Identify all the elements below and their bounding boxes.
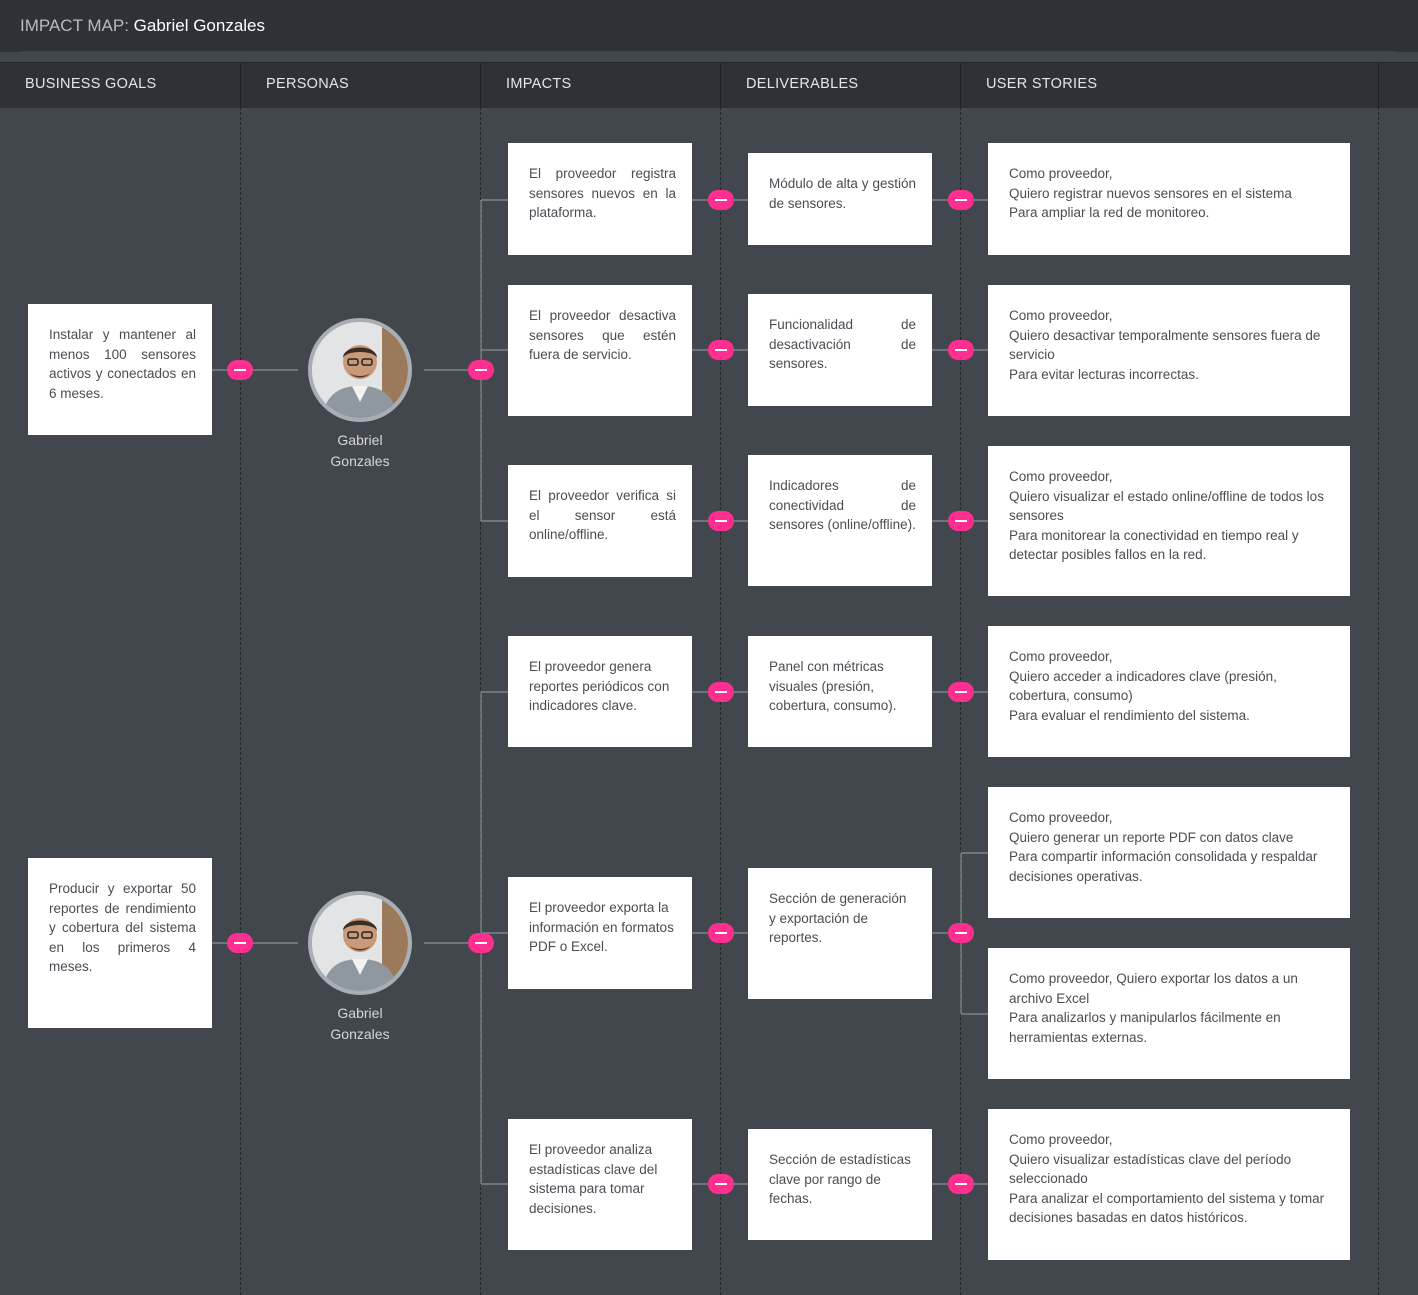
impact-text: El proveedor genera reportes periódicos … [529, 659, 670, 713]
user-story-card[interactable]: Como proveedor, Quiero desactivar tempor… [988, 285, 1350, 416]
user-story-text: Como proveedor, Quiero generar un report… [1009, 810, 1318, 884]
deliverable-card[interactable]: Sección de generación y exportación de r… [748, 868, 932, 999]
collapse-toggle-icon[interactable] [708, 190, 734, 210]
collapse-toggle-icon[interactable] [468, 360, 494, 380]
deliverable-card[interactable]: Panel con métricas visuales (presión, co… [748, 636, 932, 747]
user-story-card[interactable]: Como proveedor, Quiero visualizar estadí… [988, 1109, 1350, 1260]
deliverable-card[interactable]: Sección de estadísticas clave por rango … [748, 1129, 932, 1240]
user-story-card[interactable]: Como proveedor, Quiero acceder a indicad… [988, 626, 1350, 757]
collapse-toggle-icon[interactable] [948, 511, 974, 531]
impact-text: El proveedor exporta la información en f… [529, 900, 674, 954]
user-story-text: Como proveedor, Quiero visualizar estadí… [1009, 1132, 1325, 1225]
user-story-text: Como proveedor, Quiero exportar los dato… [1009, 971, 1298, 1045]
user-story-card[interactable]: Como proveedor, Quiero registrar nuevos … [988, 143, 1350, 255]
impact-text: El proveedor desactiva sensores que esté… [529, 308, 676, 362]
collapse-toggle-icon[interactable] [948, 682, 974, 702]
persona-avatar[interactable] [308, 891, 412, 995]
impact-text: El proveedor registra sensores nuevos en… [529, 166, 676, 220]
collapse-toggle-icon[interactable] [948, 190, 974, 210]
deliverable-text: Funcionalidad de desactivación de sensor… [769, 317, 916, 371]
user-story-text: Como proveedor, Quiero registrar nuevos … [1009, 166, 1292, 220]
collapse-toggle-icon[interactable] [708, 340, 734, 360]
goal-card[interactable]: Producir y exportar 50 reportes de rendi… [28, 858, 212, 1028]
persona-name: Gabriel Gonzales [300, 1003, 420, 1045]
impact-card[interactable]: El proveedor registra sensores nuevos en… [508, 143, 692, 255]
goal-text: Producir y exportar 50 reportes de rendi… [49, 881, 196, 974]
deliverable-text: Indicadores de conectividad de sensores … [769, 478, 916, 532]
persona-name-line1: Gabriel [337, 1005, 383, 1021]
collapse-toggle-icon[interactable] [708, 1174, 734, 1194]
impact-text: El proveedor verifica si el sensor está … [529, 488, 676, 542]
collapse-toggle-icon[interactable] [708, 682, 734, 702]
collapse-toggle-icon[interactable] [708, 923, 734, 943]
deliverable-card[interactable]: Módulo de alta y gestión de sensores. [748, 153, 932, 245]
deliverable-card[interactable]: Funcionalidad de desactivación de sensor… [748, 294, 932, 406]
impact-text: El proveedor analiza estadísticas clave … [529, 1142, 658, 1216]
collapse-toggle-icon[interactable] [227, 360, 253, 380]
deliverable-text: Módulo de alta y gestión de sensores. [769, 176, 916, 211]
person-icon [312, 322, 408, 418]
persona-name-line1: Gabriel [337, 432, 383, 448]
collapse-toggle-icon[interactable] [948, 923, 974, 943]
deliverable-card[interactable]: Indicadores de conectividad de sensores … [748, 455, 932, 586]
persona-name: Gabriel Gonzales [300, 430, 420, 472]
goal-text: Instalar y mantener al menos 100 sensore… [49, 327, 196, 401]
goal-card[interactable]: Instalar y mantener al menos 100 sensore… [28, 304, 212, 435]
impact-card[interactable]: El proveedor genera reportes periódicos … [508, 636, 692, 747]
impact-card[interactable]: El proveedor exporta la información en f… [508, 877, 692, 989]
persona-name-line2: Gonzales [330, 1026, 390, 1042]
impact-card[interactable]: El proveedor verifica si el sensor está … [508, 465, 692, 577]
person-icon [312, 895, 408, 991]
deliverable-text: Sección de generación y exportación de r… [769, 891, 907, 945]
collapse-toggle-icon[interactable] [227, 933, 253, 953]
user-story-text: Como proveedor, Quiero desactivar tempor… [1009, 308, 1321, 382]
impact-card[interactable]: El proveedor analiza estadísticas clave … [508, 1119, 692, 1250]
user-story-card[interactable]: Como proveedor, Quiero generar un report… [988, 787, 1350, 918]
deliverable-text: Panel con métricas visuales (presión, co… [769, 659, 897, 713]
user-story-text: Como proveedor, Quiero acceder a indicad… [1009, 649, 1277, 723]
persona-avatar[interactable] [308, 318, 412, 422]
collapse-toggle-icon[interactable] [948, 1174, 974, 1194]
user-story-card[interactable]: Como proveedor, Quiero visualizar el est… [988, 446, 1350, 596]
impact-card[interactable]: El proveedor desactiva sensores que esté… [508, 285, 692, 416]
collapse-toggle-icon[interactable] [468, 933, 494, 953]
collapse-toggle-icon[interactable] [948, 340, 974, 360]
user-story-card[interactable]: Como proveedor, Quiero exportar los dato… [988, 948, 1350, 1079]
deliverable-text: Sección de estadísticas clave por rango … [769, 1152, 911, 1206]
user-story-text: Como proveedor, Quiero visualizar el est… [1009, 469, 1324, 562]
persona-name-line2: Gonzales [330, 453, 390, 469]
collapse-toggle-icon[interactable] [708, 511, 734, 531]
